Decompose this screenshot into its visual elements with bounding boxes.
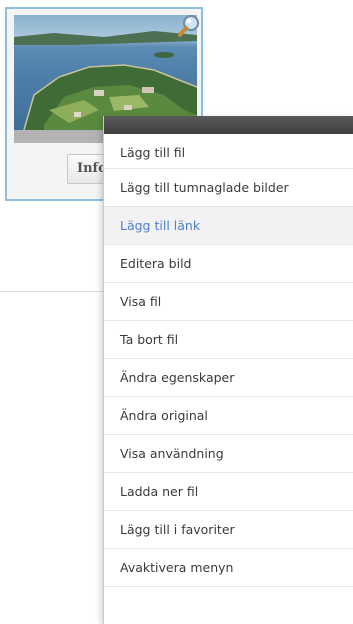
menu-item-view-usage[interactable]: Visa användning bbox=[104, 435, 353, 473]
menu-item-add-link[interactable]: Lägg till länk bbox=[104, 207, 353, 245]
menu-item-edit-image[interactable]: Editera bild bbox=[104, 245, 353, 283]
context-menu-list: Lägg till fil Lägg till tumnaglade bilde… bbox=[104, 134, 353, 587]
list-divider bbox=[0, 291, 110, 292]
menu-item-edit-original[interactable]: Ändra original bbox=[104, 397, 353, 435]
menu-item-download-file[interactable]: Ladda ner fil bbox=[104, 473, 353, 511]
menu-item-view-file[interactable]: Visa fil bbox=[104, 283, 353, 321]
menu-item-disable-menu[interactable]: Avaktivera menyn bbox=[104, 549, 353, 587]
menu-item-add-file[interactable]: Lägg till fil bbox=[104, 134, 353, 169]
menu-item-add-thumbnails[interactable]: Lägg till tumnaglade bilder bbox=[104, 169, 353, 207]
magnifier-icon[interactable] bbox=[177, 13, 203, 39]
menu-item-delete-file[interactable]: Ta bort fil bbox=[104, 321, 353, 359]
context-menu-header bbox=[104, 116, 353, 134]
aerial-island-photo[interactable] bbox=[14, 15, 197, 130]
context-menu: Lägg till fil Lägg till tumnaglade bilde… bbox=[103, 116, 353, 624]
menu-item-add-to-favorites[interactable]: Lägg till i favoriter bbox=[104, 511, 353, 549]
menu-item-edit-properties[interactable]: Ändra egenskaper bbox=[104, 359, 353, 397]
